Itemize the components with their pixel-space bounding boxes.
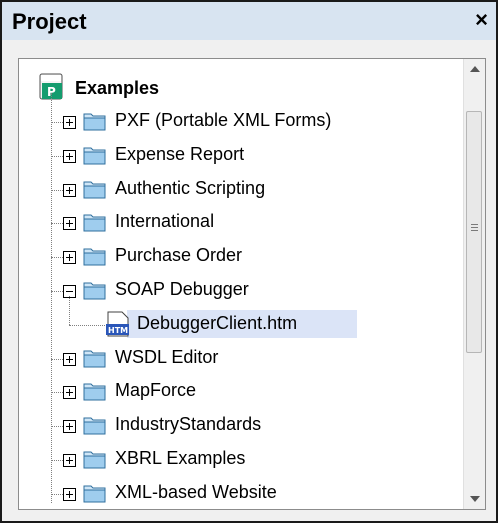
tree-item[interactable]: PXF (Portable XML Forms) xyxy=(19,107,459,137)
tree-connector xyxy=(69,324,105,326)
folder-icon xyxy=(83,214,106,232)
tree-item-label: WSDL Editor xyxy=(115,346,219,367)
expand-toggle-icon[interactable] xyxy=(63,149,76,163)
thumb-grip xyxy=(471,230,478,231)
project-tree-panel: P Examples PXF (Portable XML Forms) Expen… xyxy=(18,58,486,510)
tree-connector xyxy=(51,257,63,259)
tree-connector xyxy=(51,122,63,123)
window-title: Project xyxy=(12,9,87,34)
tree-item[interactable]: Purchase Order xyxy=(19,242,459,272)
expand-toggle-icon[interactable] xyxy=(63,386,76,400)
title-bar: Project × xyxy=(2,2,496,40)
tree-item-label: SOAP Debugger xyxy=(115,279,249,299)
tree-connector xyxy=(69,295,70,325)
folder-icon xyxy=(83,282,106,300)
expand-toggle-icon[interactable] xyxy=(63,352,76,366)
tree-connector xyxy=(51,460,63,461)
tree-connector xyxy=(51,291,63,292)
tree-item[interactable]: MapForce xyxy=(19,377,459,407)
folder-icon xyxy=(83,181,106,199)
scroll-up-icon xyxy=(469,66,480,72)
tree-item[interactable]: Expense Report xyxy=(19,141,459,171)
thumb-grip xyxy=(471,227,478,228)
svg-text:HTM: HTM xyxy=(108,326,128,335)
tree-child-item[interactable]: HTM DebuggerClient.htm xyxy=(19,295,459,340)
expand-toggle-icon[interactable] xyxy=(63,183,76,197)
tree-root[interactable]: P Examples xyxy=(19,73,459,103)
folder-icon xyxy=(83,451,106,469)
tree-item-label: Purchase Order xyxy=(115,245,243,266)
folder-icon xyxy=(83,485,106,503)
tree-item-label: MapForce xyxy=(115,380,197,401)
tree-item-label: Expense Report xyxy=(115,143,245,164)
scroll-up-button[interactable] xyxy=(464,59,485,79)
folder-icon xyxy=(83,417,106,435)
tree-item-label: International xyxy=(115,211,215,232)
tree-item-label: XBRL Examples xyxy=(115,448,246,468)
project-tree: P Examples PXF (Portable XML Forms) Expen… xyxy=(19,59,464,509)
htm-file-icon: HTM xyxy=(106,311,129,337)
expand-toggle-icon[interactable] xyxy=(63,116,76,129)
tree-item[interactable]: XML-based Website xyxy=(19,479,459,509)
tree-item-label: PXF (Portable XML Forms) xyxy=(115,110,332,130)
folder-icon xyxy=(83,248,106,266)
close-icon[interactable]: × xyxy=(475,7,488,33)
scroll-down-icon xyxy=(469,496,480,502)
expand-toggle-icon[interactable] xyxy=(63,420,76,434)
tree-connector xyxy=(51,155,63,157)
expand-toggle-icon[interactable] xyxy=(63,487,76,501)
tree-item-label: Authentic Scripting xyxy=(115,177,266,198)
folder-icon xyxy=(83,147,106,165)
thumb-grip xyxy=(471,224,478,225)
folder-icon xyxy=(83,383,106,401)
tree-connector xyxy=(51,426,63,428)
tree-item[interactable]: SOAP Debugger xyxy=(19,276,459,306)
tree-child-label: DebuggerClient.htm xyxy=(137,312,298,333)
scroll-down-button[interactable] xyxy=(464,489,485,509)
scrollbar-thumb[interactable] xyxy=(466,111,482,353)
folder-icon xyxy=(83,350,106,368)
tree-item[interactable]: International xyxy=(19,208,459,238)
project-window: Project × P Examples PXF (Portable XML F… xyxy=(0,0,498,523)
tree-connector xyxy=(51,189,63,191)
tree-item[interactable]: Authentic Scripting xyxy=(19,175,459,205)
tree-item-label: IndustryStandards xyxy=(115,414,262,435)
expand-toggle-icon[interactable] xyxy=(63,454,76,467)
expand-toggle-icon[interactable] xyxy=(63,251,76,265)
tree-item[interactable]: WSDL Editor xyxy=(19,344,459,374)
project-icon: P xyxy=(39,73,63,100)
tree-connector xyxy=(51,493,63,495)
tree-item[interactable]: IndustryStandards xyxy=(19,411,459,441)
vertical-scrollbar[interactable] xyxy=(463,59,485,509)
tree-connector xyxy=(51,223,63,225)
folder-icon xyxy=(83,113,106,131)
expand-toggle-icon[interactable] xyxy=(63,217,76,231)
tree-item-label: XML-based Website xyxy=(115,481,277,502)
tree-root-label: Examples xyxy=(75,78,160,98)
tree-connector xyxy=(51,358,63,360)
tree-item[interactable]: XBRL Examples xyxy=(19,445,459,475)
tree-connector xyxy=(51,392,63,394)
